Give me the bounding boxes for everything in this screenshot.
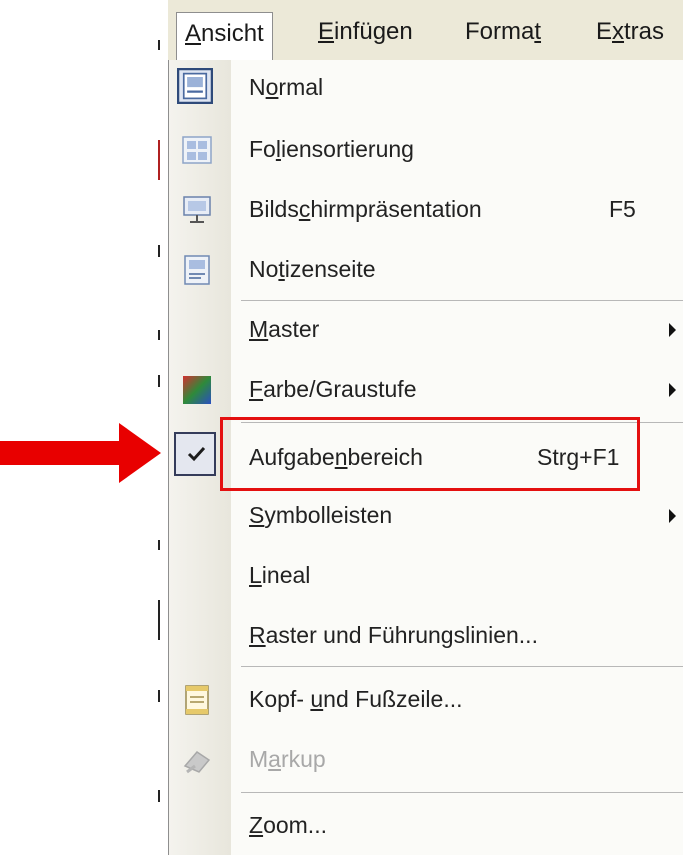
menu-item-label: Markup [249,746,326,772]
menu-label-mnemonic: t [534,18,542,45]
menu-item-notizenseite[interactable]: Notizenseite [169,242,683,300]
submenu-arrow-icon [669,509,676,523]
background-window-edge [158,540,160,550]
menu-label-post: tras [624,18,665,45]
menu-item-shortcut: F5 [609,196,636,222]
background-window-edge [158,690,160,702]
background-window-edge [158,600,160,640]
color-grayscale-icon [183,376,211,404]
red-arrow-annotation [0,441,120,465]
menu-item-label: Farbe/Graustufe [249,376,417,402]
menu-label-mnemonic: x [612,18,625,45]
menu-item-label: Foliensortierung [249,136,414,162]
menu-item-symbolleisten[interactable]: Symbolleisten [169,488,683,546]
menu-separator [241,300,683,301]
slide-sorter-icon [182,136,212,164]
menu-separator [241,666,683,667]
highlight-box-annotation [220,417,640,491]
background-window-edge [158,330,160,340]
menu-item-zoom[interactable]: Zoom... [169,798,683,856]
normal-view-icon [177,68,213,104]
background-window-edge [158,245,160,257]
menu-label-mnemonic: A [185,20,202,47]
menu-item-label: Bildschirmpräsentation [249,196,482,222]
menu-item-label: Master [249,316,320,342]
menu-item-label: Zoom... [249,812,327,838]
background-window-edge [158,375,160,387]
menu-item-label: Kopf- und Fußzeile... [249,686,463,712]
menu-item-foliensortierung[interactable]: Foliensortierung [169,122,683,180]
menu-label-pre: Forma [465,18,535,45]
notes-page-icon [184,255,210,285]
background-window-edge [158,790,160,802]
menu-item-label: Lineal [249,562,311,588]
menu-separator [241,792,683,793]
menu-einfuegen[interactable]: Einfügen [318,14,413,50]
checkbox-checked [174,432,216,476]
background-window-edge [158,40,160,50]
menu-item-master[interactable]: Master [169,302,683,360]
menu-label-post: infügen [334,18,413,45]
menu-format[interactable]: Format [465,14,541,50]
menu-bar: Ansicht Einfügen Format Extras [168,0,683,61]
menu-item-normal[interactable]: Normal [169,60,683,118]
header-footer-icon [185,685,209,715]
menu-item-label: Notizenseite [249,256,376,282]
menu-label-pre: E [596,18,613,45]
menu-extras[interactable]: Extras [596,14,664,50]
menu-item-lineal[interactable]: Lineal [169,548,683,606]
menu-item-label: Symbolleisten [249,502,393,528]
menu-item-label: Normal [249,74,324,100]
menu-item-raster-fuehrungslinien[interactable]: Raster und Führungslinien... [169,608,683,666]
markup-icon [183,751,211,774]
menu-item-markup: Markup [169,732,683,790]
red-arrow-head-annotation [119,423,161,483]
submenu-arrow-icon [669,323,676,337]
checkmark-icon [187,446,206,462]
menu-item-bildschirmpraesentation[interactable]: Bildschirmpräsentation F5 [169,182,683,240]
submenu-arrow-icon [669,383,676,397]
menu-item-farbe-graustufe[interactable]: Farbe/Graustufe [169,362,683,420]
slideshow-icon [183,196,211,223]
menu-label-mnemonic: E [318,18,335,45]
menu-item-kopf-fusszeile[interactable]: Kopf- und Fußzeile... [169,672,683,730]
menu-ansicht[interactable]: Ansicht [176,12,273,61]
menu-item-label: Raster und Führungslinien... [249,622,538,648]
menu-label-post: nsicht [201,20,264,47]
background-window-edge [158,140,160,180]
